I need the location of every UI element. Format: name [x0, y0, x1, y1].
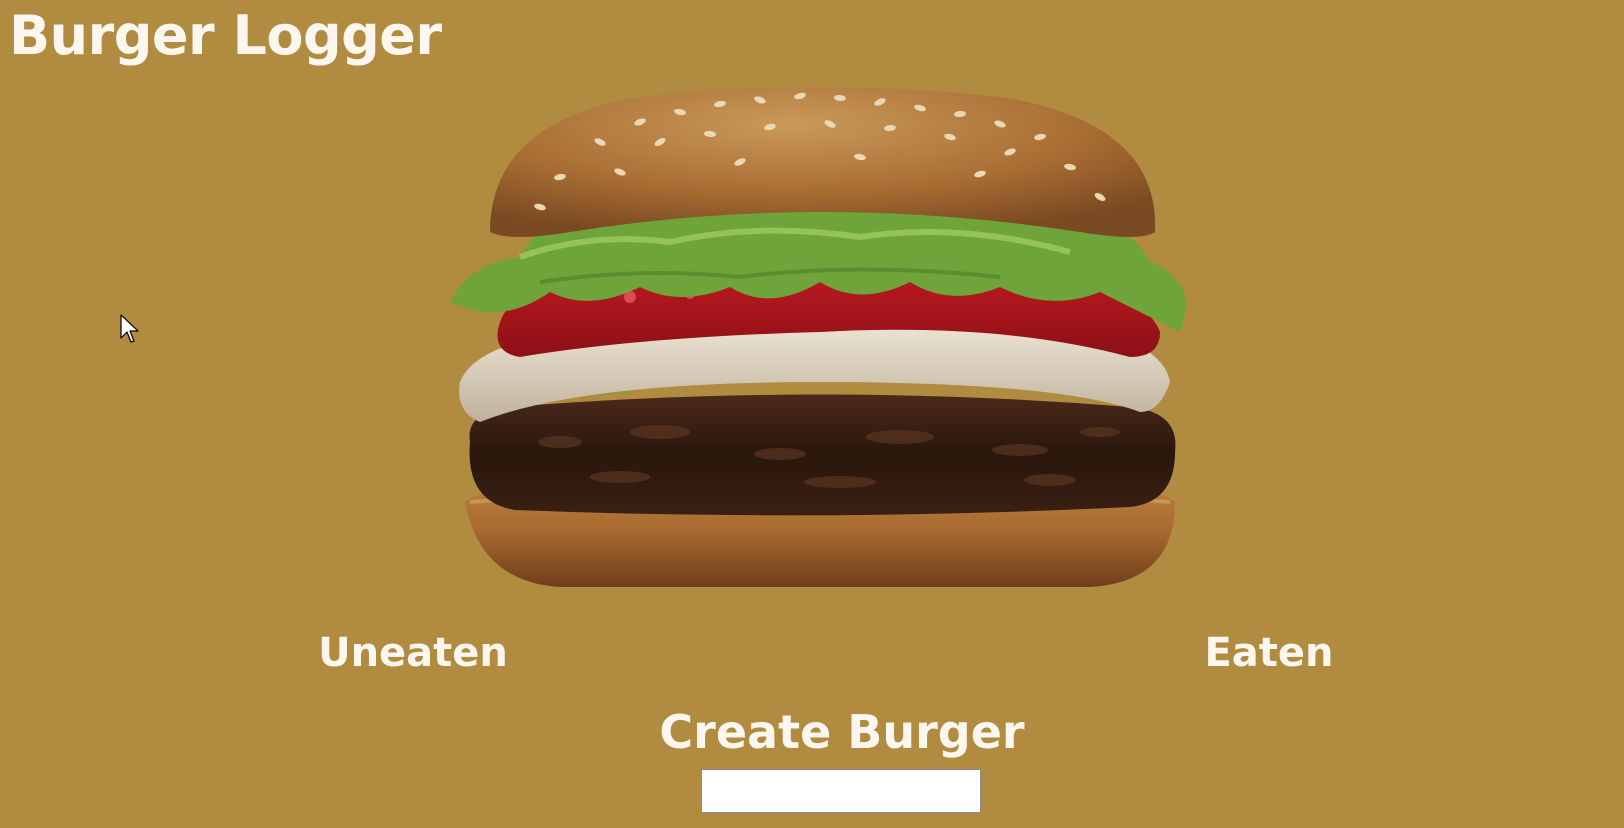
page: Burger Logger Uneaten Eaten Create Burge… [0, 0, 1624, 828]
burger-image [450, 87, 1186, 587]
eaten-heading: Eaten [1204, 630, 1334, 676]
burger-name-input[interactable] [701, 769, 981, 813]
page-title: Burger Logger [9, 4, 442, 67]
mouse-pointer-icon [120, 314, 139, 343]
uneaten-heading: Uneaten [318, 630, 508, 676]
create-burger-heading: Create Burger [659, 705, 1025, 759]
